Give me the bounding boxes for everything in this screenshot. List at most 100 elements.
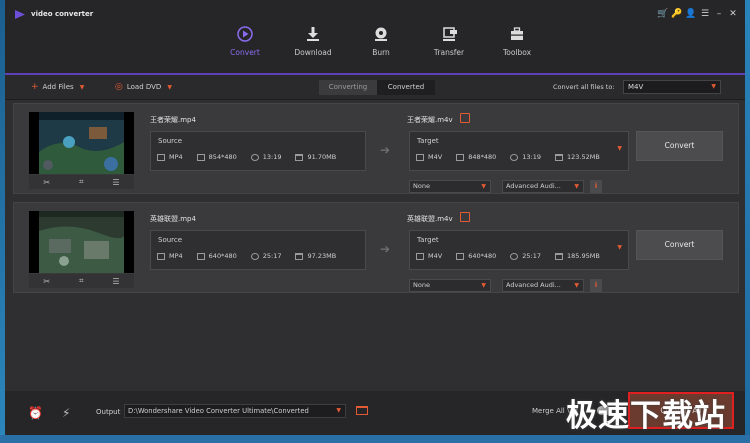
folder-icon bbox=[295, 252, 304, 260]
film-icon bbox=[157, 153, 165, 161]
folder-icon bbox=[555, 153, 564, 161]
effects-icon[interactable]: ☰ bbox=[112, 277, 119, 286]
source-file-name: 英雄联盟.mp4 bbox=[150, 215, 196, 223]
watermark: 极速下载站 bbox=[566, 398, 726, 434]
effects-icon[interactable]: ☰ bbox=[112, 178, 119, 187]
audio-select[interactable]: Advanced Audi... ▼ bbox=[502, 279, 584, 292]
download-icon bbox=[307, 27, 319, 41]
load-dvd-label: Load DVD bbox=[126, 83, 162, 91]
chevron-down-icon: ▼ bbox=[481, 183, 486, 190]
video-thumbnail[interactable] bbox=[29, 211, 134, 273]
source-header: Source bbox=[158, 137, 183, 145]
subtitle-select[interactable]: None ▼ bbox=[409, 279, 491, 292]
tab-toolbox[interactable]: Toolbox bbox=[487, 26, 547, 57]
chevron-down-icon[interactable]: ▼ bbox=[617, 244, 622, 251]
convert-button[interactable]: Convert bbox=[636, 131, 723, 161]
load-dvd-button[interactable]: ◎ Load DVD ▼ bbox=[115, 82, 172, 92]
tab-transfer[interactable]: Transfer bbox=[419, 26, 479, 57]
add-files-button[interactable]: + Add Files ▼ bbox=[31, 82, 84, 92]
source-file-name: 王者荣耀.mp4 bbox=[150, 116, 196, 124]
target-resolution: 640*480 bbox=[468, 252, 497, 260]
tab-toolbox-label: Toolbox bbox=[502, 48, 532, 57]
target-info[interactable]: Target M4V 640*480 25:17 185.95MB ▼ bbox=[409, 230, 629, 270]
key-icon[interactable]: 🔑 bbox=[671, 8, 683, 20]
target-file-name: 英雄联盟.m4v bbox=[407, 215, 453, 223]
scissors-icon[interactable]: ✂ bbox=[43, 277, 50, 286]
film-icon bbox=[416, 252, 424, 260]
info-button[interactable]: i bbox=[590, 279, 602, 292]
target-header: Target bbox=[417, 236, 439, 244]
store-icon[interactable]: 🛒 bbox=[657, 8, 669, 20]
folder-icon bbox=[295, 153, 304, 161]
source-info: Source MP4 640*480 25:17 97.23MB bbox=[150, 230, 366, 270]
tab-download[interactable]: Download bbox=[283, 26, 343, 57]
toolbox-icon bbox=[511, 27, 523, 40]
source-size: 91.70MB bbox=[307, 153, 337, 161]
output-path-select[interactable]: D:\Wondershare Video Converter Ultimate\… bbox=[124, 404, 346, 418]
transfer-icon bbox=[443, 27, 457, 41]
source-header: Source bbox=[158, 236, 183, 244]
app-logo-icon bbox=[15, 10, 25, 19]
resolution-icon bbox=[456, 252, 465, 260]
resolution-icon bbox=[456, 153, 465, 161]
audio-select[interactable]: Advanced Audi... ▼ bbox=[502, 180, 584, 193]
target-duration: 13:19 bbox=[522, 153, 542, 161]
target-duration: 25:17 bbox=[522, 252, 542, 260]
arrow-right-icon: ➔ bbox=[380, 143, 391, 157]
conversion-tabs: Converting Converted bbox=[319, 80, 435, 95]
crop-icon[interactable]: ⌗ bbox=[79, 276, 84, 286]
video-thumbnail[interactable] bbox=[29, 112, 134, 174]
subtitle-select[interactable]: None ▼ bbox=[409, 180, 491, 193]
chevron-down-icon: ▼ bbox=[574, 183, 579, 190]
output-format-select[interactable]: M4V ▼ bbox=[623, 80, 721, 94]
dvd-icon: ◎ bbox=[115, 82, 123, 92]
thumbnail-tools: ✂ ⌗ ☰ bbox=[29, 175, 134, 189]
audio-value: Advanced Audi... bbox=[506, 182, 561, 190]
target-resolution: 848*480 bbox=[468, 153, 497, 161]
source-resolution: 854*480 bbox=[208, 153, 237, 161]
tab-convert[interactable]: Convert bbox=[215, 26, 275, 57]
thumbnail-image bbox=[39, 112, 124, 174]
crop-icon[interactable]: ⌗ bbox=[79, 177, 84, 187]
target-format: M4V bbox=[428, 252, 443, 260]
edit-icon[interactable] bbox=[460, 212, 470, 222]
user-icon[interactable]: 👤 bbox=[685, 8, 697, 20]
clock-icon bbox=[510, 252, 519, 260]
clock-icon bbox=[250, 153, 259, 161]
menu-icon[interactable]: ☰ bbox=[699, 8, 711, 20]
alarm-clock-icon[interactable]: ⏰ bbox=[28, 406, 43, 420]
file-row: ✂ ⌗ ☰ 王者荣耀.mp4 Source MP4 854*480 13:19 … bbox=[13, 103, 739, 194]
film-icon bbox=[416, 153, 424, 161]
title-bar: video converter 🛒 🔑 👤 ☰ – ✕ Convert Down… bbox=[5, 0, 745, 74]
plus-icon: + bbox=[31, 82, 39, 92]
film-icon bbox=[157, 252, 165, 260]
app-window: video converter 🛒 🔑 👤 ☰ – ✕ Convert Down… bbox=[5, 0, 745, 435]
source-duration: 25:17 bbox=[262, 252, 282, 260]
chevron-down-icon[interactable]: ▼ bbox=[167, 84, 172, 91]
edit-icon[interactable] bbox=[460, 113, 470, 123]
file-row: ✂ ⌗ ☰ 英雄联盟.mp4 Source MP4 640*480 25:17 … bbox=[13, 202, 739, 293]
lightning-icon[interactable]: ⚡ bbox=[62, 406, 70, 420]
chevron-down-icon[interactable]: ▼ bbox=[617, 145, 622, 152]
tab-burn[interactable]: Burn bbox=[351, 26, 411, 57]
tab-converting[interactable]: Converting bbox=[319, 80, 377, 95]
open-folder-icon[interactable] bbox=[356, 406, 368, 415]
target-info[interactable]: Target M4V 848*480 13:19 123.52MB ▼ bbox=[409, 131, 629, 171]
close-button[interactable]: ✕ bbox=[727, 8, 739, 20]
target-header: Target bbox=[417, 137, 439, 145]
chevron-down-icon: ▼ bbox=[481, 282, 486, 289]
convert-button[interactable]: Convert bbox=[636, 230, 723, 260]
tab-download-label: Download bbox=[294, 48, 332, 57]
convert-all-label: Convert all files to: bbox=[553, 83, 615, 91]
target-size: 185.95MB bbox=[567, 252, 600, 260]
tab-converted[interactable]: Converted bbox=[377, 80, 435, 95]
tab-transfer-label: Transfer bbox=[433, 48, 465, 57]
scissors-icon[interactable]: ✂ bbox=[43, 178, 50, 187]
chevron-down-icon[interactable]: ▼ bbox=[80, 84, 85, 91]
source-format: MP4 bbox=[169, 153, 183, 161]
toolbar: + Add Files ▼ ◎ Load DVD ▼ Converting Conver… bbox=[5, 75, 745, 100]
minimize-button[interactable]: – bbox=[713, 8, 725, 20]
info-button[interactable]: i bbox=[590, 180, 602, 193]
thumbnail-image bbox=[39, 211, 124, 273]
target-format: M4V bbox=[428, 153, 443, 161]
